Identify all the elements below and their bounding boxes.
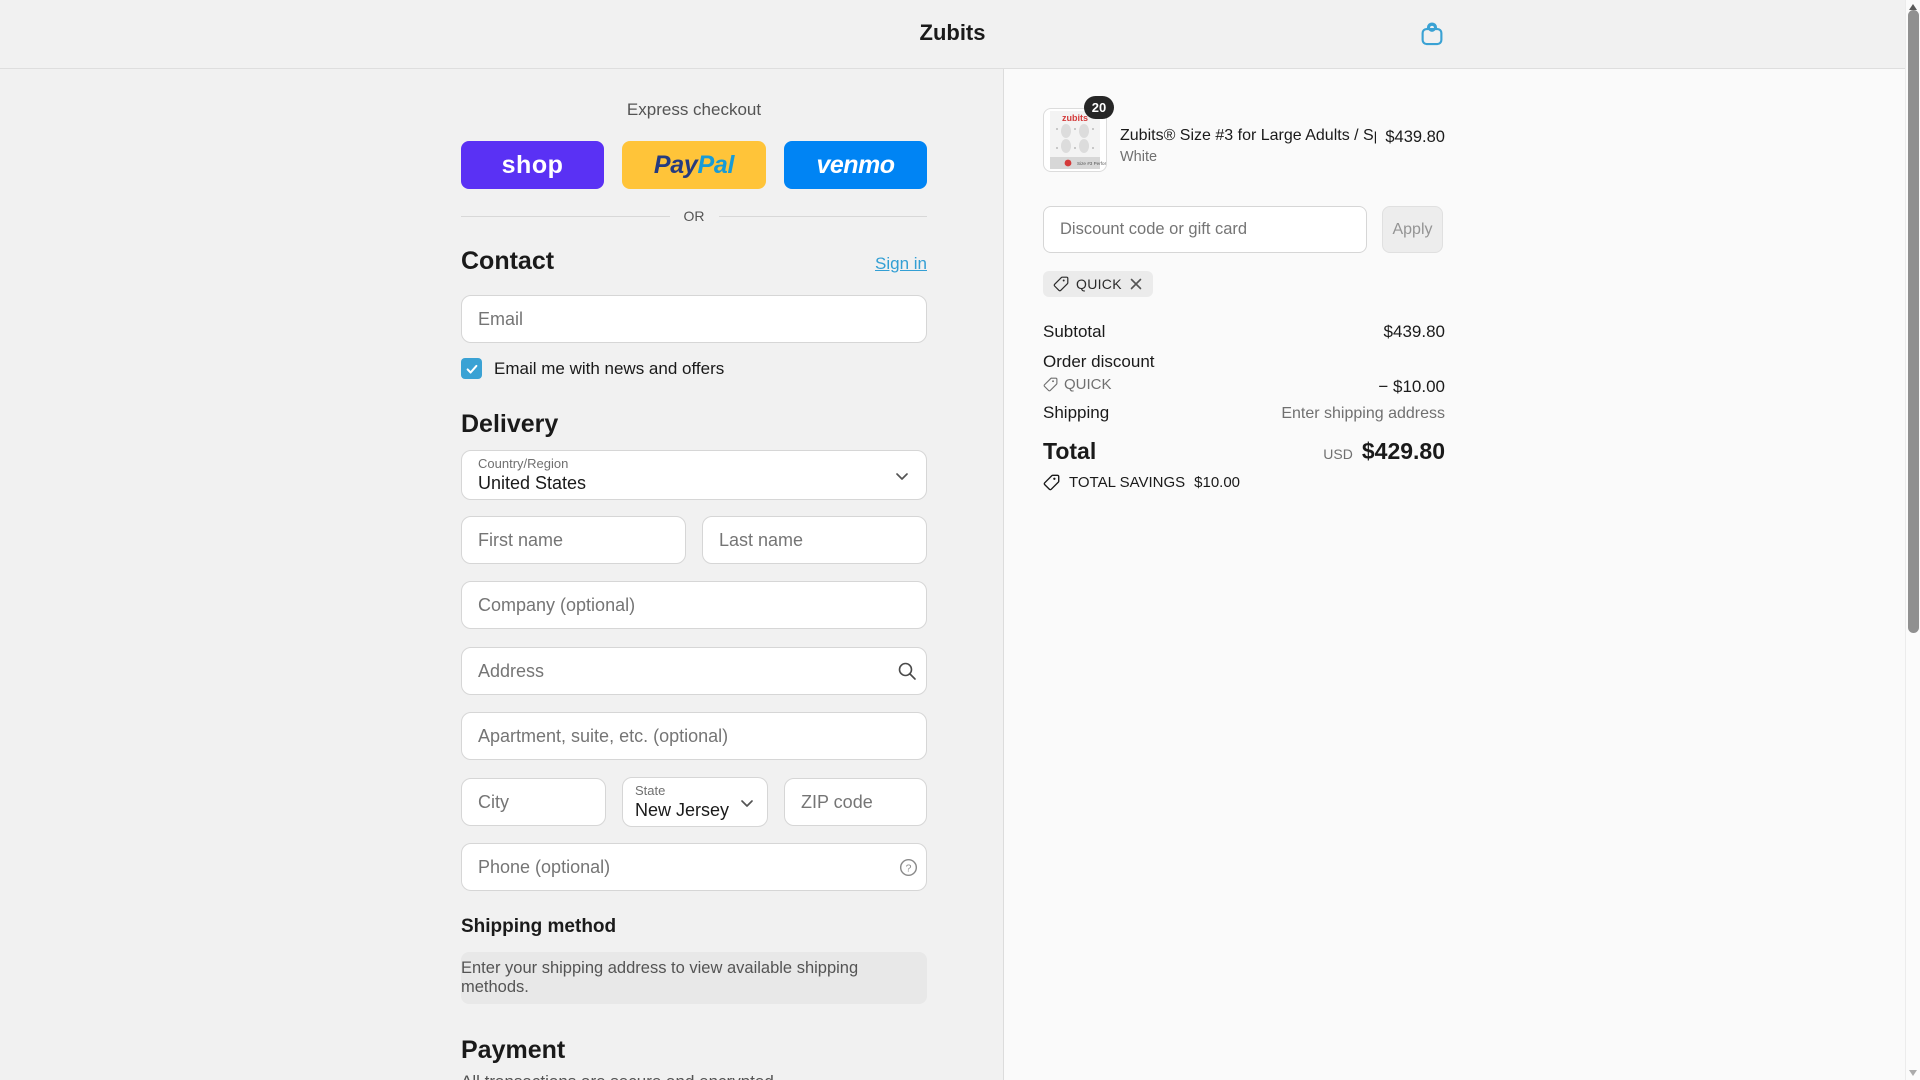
newsletter-checkbox[interactable] xyxy=(461,358,482,379)
svg-text:?: ? xyxy=(906,862,912,874)
or-divider: OR xyxy=(461,208,927,224)
shipping-value: Enter shipping address xyxy=(1281,405,1445,422)
checkmark-icon xyxy=(466,364,477,374)
total-savings-value: $10.00 xyxy=(1194,474,1241,491)
shop-pay-logo: shop xyxy=(501,150,564,179)
shipping-row: Shipping Enter shipping address xyxy=(1043,403,1445,423)
product-art-brand: zubits xyxy=(1062,113,1088,123)
contact-heading: Contact xyxy=(461,247,555,275)
order-discount-row: Order discount xyxy=(1043,352,1445,372)
delivery-heading: Delivery xyxy=(461,410,559,438)
contact-header-row: Contact Sign in xyxy=(461,247,927,276)
page-scrollbar[interactable] xyxy=(1905,0,1920,1080)
remove-discount-button[interactable] xyxy=(1129,277,1143,291)
checkout-page: Zubits Express checkout shop PayPal venm… xyxy=(0,0,1920,1080)
store-title: Zubits xyxy=(919,20,986,45)
discount-line-row: QUICK − $10.00 xyxy=(1043,376,1445,397)
total-amount-group: USD $429.80 xyxy=(1323,438,1445,465)
city-input[interactable] xyxy=(461,778,606,826)
venmo-logo: venmo xyxy=(816,150,895,179)
product-variant: White xyxy=(1120,149,1158,165)
total-label: Total xyxy=(1043,438,1097,464)
state-select[interactable]: State New Jersey xyxy=(622,777,768,827)
apartment-input[interactable] xyxy=(461,712,927,760)
divider-line xyxy=(461,215,670,217)
country-label: Country/Region xyxy=(478,456,569,471)
discount-amount: − $10.00 xyxy=(1378,377,1445,396)
venmo-button[interactable]: venmo xyxy=(784,141,927,189)
product-art-strip: Size #3 Performance xyxy=(1077,161,1106,166)
help-icon[interactable]: ? xyxy=(898,857,919,878)
discount-tag-icon xyxy=(1043,474,1060,491)
paypal-button[interactable]: PayPal xyxy=(622,141,766,189)
paypal-logo: PayPal xyxy=(653,150,735,179)
payment-security-note: All transactions are secure and encrypte… xyxy=(461,1072,779,1080)
subtotal-value: $439.80 xyxy=(1383,322,1445,341)
discount-code-text: QUICK xyxy=(1064,376,1112,393)
apply-discount-button[interactable]: Apply xyxy=(1382,206,1443,253)
search-icon xyxy=(898,662,916,680)
payment-heading: Payment xyxy=(461,1036,566,1064)
country-select[interactable]: Country/Region United States xyxy=(461,450,927,500)
or-label: OR xyxy=(683,208,705,224)
shop-pay-button[interactable]: shop xyxy=(461,141,604,189)
quantity-badge: 20 xyxy=(1084,96,1114,119)
zip-input[interactable] xyxy=(784,778,927,826)
phone-input[interactable] xyxy=(461,843,927,891)
scrollbar-thumb[interactable] xyxy=(1908,10,1919,633)
first-name-input[interactable] xyxy=(461,516,686,564)
email-input[interactable] xyxy=(461,295,927,343)
shipping-method-heading: Shipping method xyxy=(461,916,617,937)
close-icon xyxy=(1130,278,1142,290)
applied-discount-chip: QUICK xyxy=(1043,271,1153,297)
company-input[interactable] xyxy=(461,581,927,629)
express-checkout-title: Express checkout xyxy=(626,100,762,119)
product-price: $439.80 xyxy=(1385,128,1445,146)
country-value: United States xyxy=(478,473,587,493)
total-value: $429.80 xyxy=(1361,438,1445,464)
shopping-bag-icon xyxy=(1421,22,1443,46)
sign-in-link[interactable]: Sign in xyxy=(875,254,927,274)
cart-button[interactable] xyxy=(1417,19,1447,49)
shipping-method-message: Enter your shipping address to view avai… xyxy=(461,959,859,996)
total-savings-row: TOTAL SAVINGS $10.00 xyxy=(1043,474,1240,491)
tag-icon xyxy=(1043,377,1058,392)
shipping-label: Shipping xyxy=(1043,403,1110,422)
discount-code-input[interactable] xyxy=(1043,206,1367,253)
total-savings-label: TOTAL SAVINGS xyxy=(1069,474,1186,491)
discount-code-line: QUICK xyxy=(1043,376,1112,393)
tag-icon xyxy=(1053,276,1069,292)
total-row: Total USD $429.80 xyxy=(1043,438,1445,465)
scrollbar-down-arrow[interactable] xyxy=(1909,1070,1917,1076)
newsletter-label: Email me with news and offers xyxy=(494,358,725,378)
chevron-down-icon xyxy=(896,473,908,480)
discount-code-label: QUICK xyxy=(1076,276,1122,292)
shipping-method-empty-box: Enter your shipping address to view avai… xyxy=(461,952,927,1004)
order-discount-label: Order discount xyxy=(1043,352,1155,371)
subtotal-label: Subtotal xyxy=(1043,322,1106,341)
address-input[interactable] xyxy=(461,647,927,695)
newsletter-optin-row: Email me with news and offers xyxy=(461,358,927,379)
currency-code: USD xyxy=(1323,446,1353,462)
subtotal-row: Subtotal $439.80 xyxy=(1043,322,1445,342)
divider-line xyxy=(718,215,927,217)
last-name-input[interactable] xyxy=(702,516,927,564)
chevron-down-icon xyxy=(741,800,753,807)
